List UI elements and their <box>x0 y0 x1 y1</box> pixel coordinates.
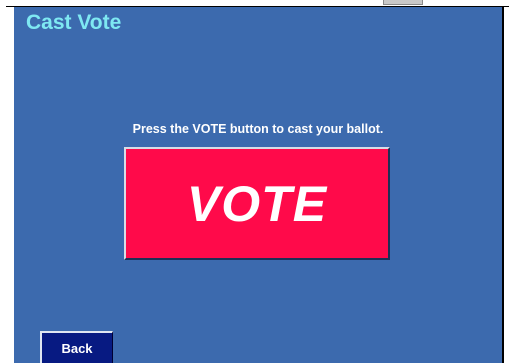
panel-right-border <box>502 7 504 363</box>
back-button[interactable]: Back <box>40 331 113 363</box>
vote-button-label: VOTE <box>186 175 328 232</box>
instruction-text: Press the VOTE button to cast your ballo… <box>132 122 384 136</box>
cast-vote-panel: Cast Vote Press the VOTE button to cast … <box>14 7 502 363</box>
page-title: Cast Vote <box>26 11 122 34</box>
top-tab-fragment <box>383 0 423 5</box>
back-button-label: Back <box>61 340 93 356</box>
voting-screen: Cast Vote Press the VOTE button to cast … <box>0 0 509 363</box>
vote-button[interactable]: VOTE <box>124 147 390 260</box>
